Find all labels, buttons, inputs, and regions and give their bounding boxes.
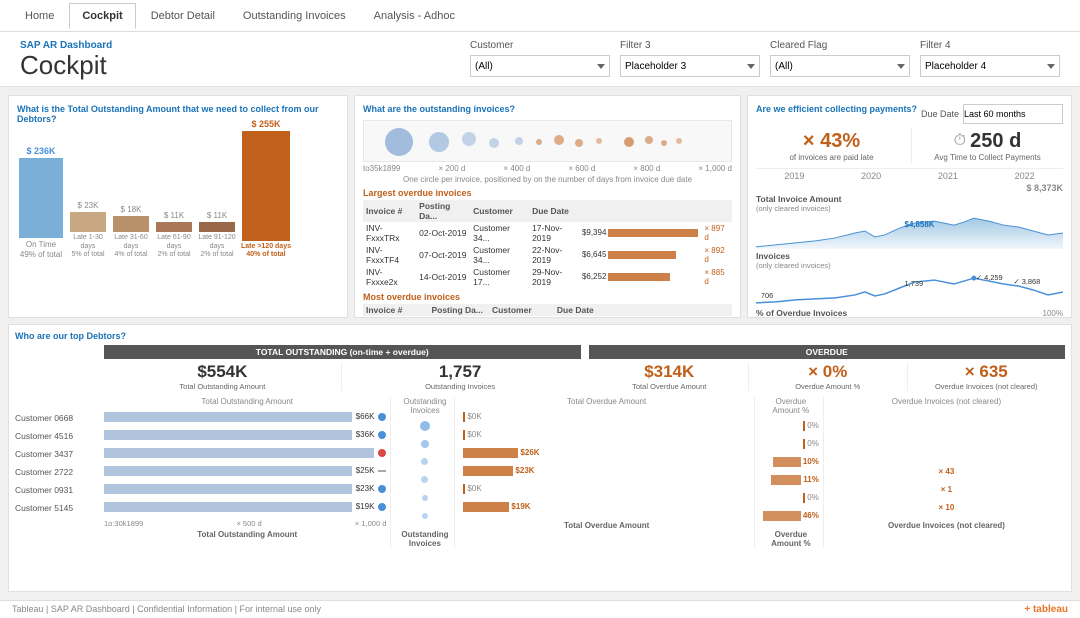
- date-range-select[interactable]: Last 60 months: [963, 104, 1063, 124]
- invoice-amount-sub: (only cleared invoices): [756, 204, 1063, 213]
- panel-invoices: What are the outstanding invoices?: [354, 95, 741, 318]
- metric-paid-late: × 43%: [758, 130, 905, 153]
- table-row: INV-Fxxxe2x 14-Oct-2019 Customer 17... 2…: [363, 266, 732, 288]
- debtor-customer-2722: Customer 2722: [15, 463, 100, 481]
- cleared-filter-label: Cleared Flag: [770, 40, 910, 51]
- total-overdue-label: Total Overdue Amount: [591, 382, 749, 391]
- total-overdue-value: $314K: [591, 362, 749, 382]
- nav-tab-home[interactable]: Home: [12, 3, 67, 29]
- debtor-customer-0931: Customer 0931: [15, 481, 100, 499]
- filter4-label: Filter 4: [920, 40, 1060, 51]
- customer-filter-label: Customer: [470, 40, 610, 51]
- total-outstanding-label: Total Outstanding Amount: [104, 382, 341, 391]
- panel-efficiency: Are we efficient collecting payments? Du…: [747, 95, 1072, 318]
- debtor-customer-5145: Customer 5145: [15, 499, 100, 517]
- axis-label-5: × 1,000 d: [698, 164, 732, 173]
- nav-tab-cockpit[interactable]: Cockpit: [69, 3, 135, 29]
- filter3-label: Filter 3: [620, 40, 760, 51]
- overdue-pct-value: × 0%: [749, 362, 907, 382]
- metric-avg-time: 250 d: [970, 130, 1021, 153]
- overdue-pct-label: % of Overdue Invoices: [756, 308, 847, 318]
- outstanding-invoices-value: 1,757: [342, 362, 579, 382]
- svg-text:✓ 4,259: ✓ 4,259: [976, 273, 1003, 282]
- bubble-note: One circle per invoice, positioned by on…: [363, 175, 732, 184]
- debtor-customer-4516: Customer 4516: [15, 427, 100, 445]
- panel-outstanding: What is the Total Outstanding Amount tha…: [8, 95, 348, 318]
- filter3-select[interactable]: Placeholder 3: [620, 55, 760, 77]
- invoices-sub: (only cleared invoices): [756, 261, 1063, 270]
- debtor-customer-3437: Customer 3437: [15, 445, 100, 463]
- invoices-label: Invoices: [756, 251, 1063, 261]
- invoice-amount-label: Total Invoice Amount: [756, 194, 1063, 204]
- clock-icon: ⏱: [954, 132, 966, 150]
- axis-label-0: to35k1899: [363, 164, 400, 173]
- filter4-select[interactable]: Placeholder 4: [920, 55, 1060, 77]
- axis-label-3: × 600 d: [568, 164, 595, 173]
- overdue-not-cleared-label: Overdue Invoices (not cleared): [908, 382, 1066, 391]
- svg-text:706: 706: [761, 290, 773, 299]
- section-overdue-header: OVERDUE: [589, 345, 1066, 359]
- debtor-customer-0668: Customer 0668: [15, 409, 100, 427]
- year-2022: 2022: [1015, 171, 1035, 181]
- largest-invoices-label: Largest overdue invoices: [363, 188, 732, 198]
- year-2020: 2020: [861, 171, 881, 181]
- due-date-label: Due Date: [921, 109, 959, 119]
- outstanding-invoices-label: Outstanding Invoices: [342, 382, 579, 391]
- section-outstanding-header: TOTAL OUTSTANDING (on-time + overdue): [104, 345, 581, 359]
- bar-label-ontime: $ 236K: [26, 146, 55, 156]
- year-2021: 2021: [938, 171, 958, 181]
- svg-text:1,739: 1,739: [905, 279, 924, 288]
- panel-debtors: Who are our top Debtors? TOTAL OUTSTANDI…: [8, 324, 1072, 592]
- top-nav: Home Cockpit Debtor Detail Outstanding I…: [0, 0, 1080, 32]
- panel-efficiency-title: Are we efficient collecting payments?: [756, 104, 917, 114]
- cleared-filter-select[interactable]: (All): [770, 55, 910, 77]
- metric-paid-late-label: of invoices are paid late: [758, 153, 905, 162]
- most-overdue-label: Most overdue invoices: [363, 292, 732, 302]
- tableau-logo: + tableau: [1024, 604, 1068, 615]
- svg-text:$4,858K: $4,858K: [905, 220, 935, 229]
- panel-invoices-title: What are the outstanding invoices?: [363, 104, 732, 114]
- metric-avg-time-label: Avg Time to Collect Payments: [914, 153, 1061, 162]
- year-2019: 2019: [784, 171, 804, 181]
- overdue-pct-col-label: Overdue Amount %: [749, 382, 907, 391]
- panel-debtors-title: Who are our top Debtors?: [15, 331, 1065, 341]
- axis-label-2: × 400 d: [503, 164, 530, 173]
- customer-filter-select[interactable]: (All): [470, 55, 610, 77]
- axis-label-4: × 800 d: [633, 164, 660, 173]
- nav-tab-debtor[interactable]: Debtor Detail: [138, 3, 228, 29]
- largest-invoices-table: Invoice # Posting Da... Customer Due Dat…: [363, 200, 732, 288]
- overdue-not-cleared-value: × 635: [908, 362, 1066, 382]
- table-row: INV-FxxxTRx 02-Oct-2019 Customer 34... 1…: [363, 222, 732, 244]
- axis-label-1: × 200 d: [438, 164, 465, 173]
- table-row: INV-FxxxTF4 07-Oct-2019 Customer 34... 2…: [363, 244, 732, 266]
- page-title: Cockpit: [20, 51, 112, 80]
- svg-text:✓ 3,868: ✓ 3,868: [1013, 277, 1040, 286]
- nav-tab-analysis[interactable]: Analysis - Adhoc: [361, 3, 468, 29]
- nav-tab-invoices[interactable]: Outstanding Invoices: [230, 3, 359, 29]
- footer: Tableau | SAP AR Dashboard | Confidentia…: [0, 600, 1080, 618]
- most-overdue-table: Invoice # Posting Da... Customer Due Dat…: [363, 304, 732, 318]
- total-outstanding-value: $554K: [104, 362, 341, 382]
- table-row: INV-BBxxxxx... 21-Jun-2019 Customer 53..…: [363, 316, 732, 318]
- footer-text: Tableau | SAP AR Dashboard | Confidentia…: [12, 604, 321, 614]
- header: SAP AR Dashboard Cockpit Customer (All) …: [0, 32, 1080, 87]
